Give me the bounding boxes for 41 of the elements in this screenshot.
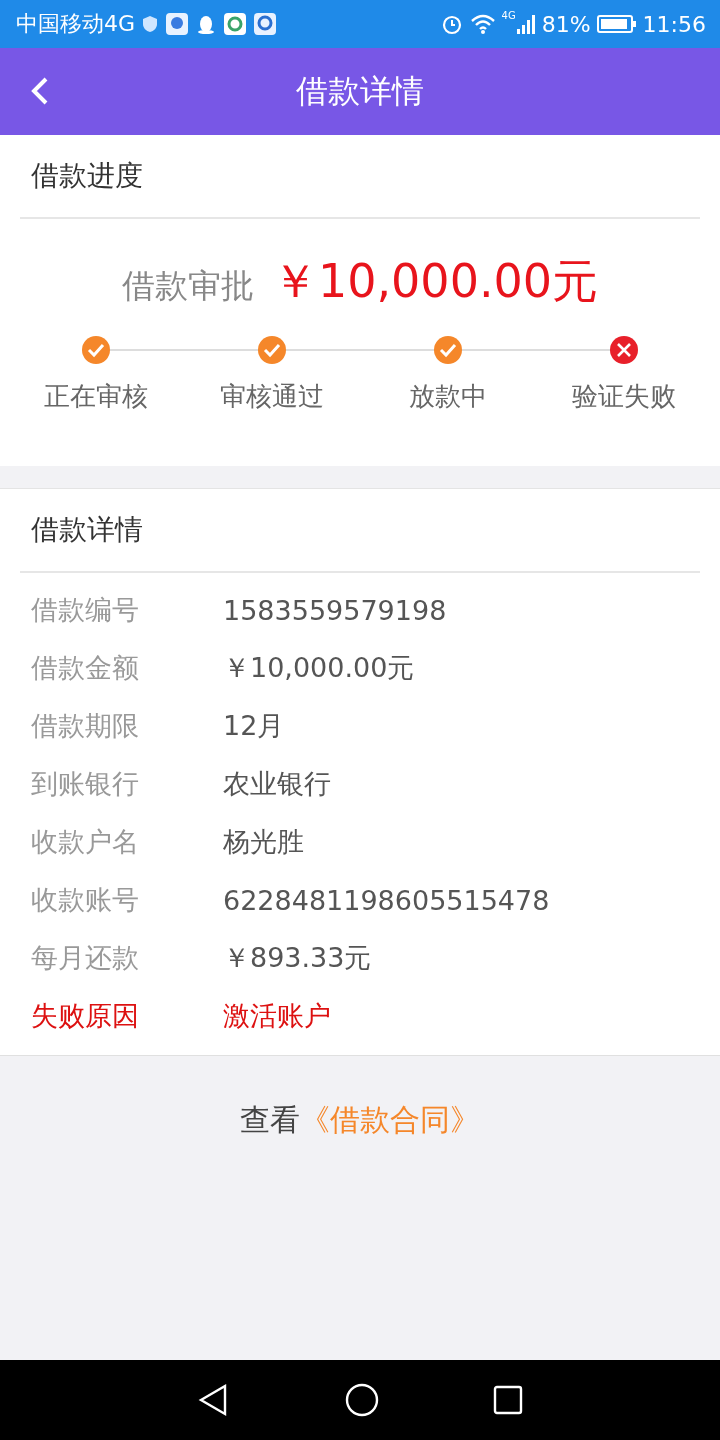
section-title: 借款进度	[20, 135, 700, 219]
shield-icon	[141, 14, 160, 34]
wifi-icon	[469, 13, 496, 35]
home-icon[interactable]	[344, 1382, 380, 1418]
step-label: 验证失败	[572, 380, 676, 413]
step-label: 正在审核	[44, 380, 148, 413]
field-value: ￥10,000.00元	[223, 651, 415, 685]
app-icon	[165, 12, 190, 36]
loan-amount: ￥10,000.00元	[271, 253, 599, 310]
approval-label: 借款审批	[121, 265, 254, 307]
page-title: 借款详情	[296, 70, 424, 112]
app-icon	[223, 12, 248, 36]
step-label: 审核通过	[220, 380, 324, 413]
field-label: 到账银行	[31, 767, 140, 801]
field-value: 激活账户	[223, 999, 331, 1033]
network-label: 4G	[501, 10, 516, 21]
back-icon	[30, 76, 50, 106]
field-label: 失败原因	[31, 999, 140, 1033]
recents-icon[interactable]	[493, 1385, 524, 1415]
battery-label: 81%	[541, 11, 591, 37]
field-value: 1583559579198	[223, 594, 447, 626]
signal-icon	[515, 13, 536, 35]
app-icon	[253, 12, 278, 36]
contract-link[interactable]: 《借款合同》	[300, 1100, 480, 1141]
field-value: 杨光胜	[223, 825, 304, 859]
view-label: 查看	[240, 1101, 300, 1139]
clock-label: 11:56	[642, 11, 706, 37]
field-label: 借款编号	[31, 593, 140, 627]
battery-icon	[596, 14, 637, 34]
field-value: 12月	[223, 709, 285, 743]
field-value: ￥893.33元	[223, 941, 372, 975]
field-label: 收款账号	[31, 883, 140, 917]
field-label: 借款金额	[31, 651, 140, 685]
field-label: 每月还款	[31, 941, 140, 975]
step-label: 放款中	[409, 380, 487, 413]
field-value: 6228481198605515478	[223, 884, 550, 916]
field-label: 借款期限	[31, 709, 140, 743]
field-value: 农业银行	[223, 767, 331, 801]
field-label: 收款户名	[31, 825, 140, 859]
section-title: 借款详情	[20, 489, 700, 573]
carrier-label: 中国移动4G	[16, 10, 136, 38]
